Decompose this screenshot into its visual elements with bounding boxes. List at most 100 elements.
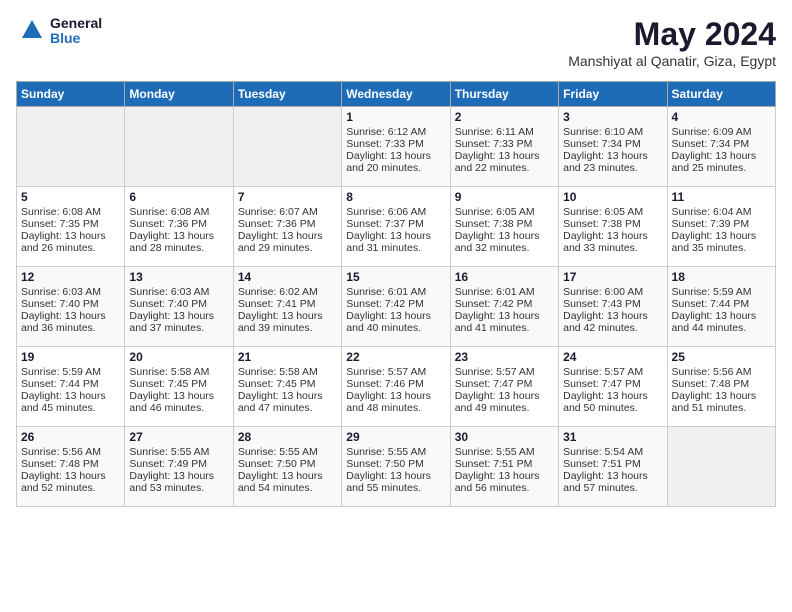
location-subtitle: Manshiyat al Qanatir, Giza, Egypt (568, 53, 776, 69)
sunrise-text: Sunrise: 5:55 AM (238, 446, 337, 458)
calendar-cell: 29Sunrise: 5:55 AMSunset: 7:50 PMDayligh… (342, 427, 450, 507)
calendar-header-row: SundayMondayTuesdayWednesdayThursdayFrid… (17, 82, 776, 107)
calendar-table: SundayMondayTuesdayWednesdayThursdayFrid… (16, 81, 776, 507)
sunset-text: Sunset: 7:42 PM (455, 298, 554, 310)
daylight-text: Daylight: 13 hours and 52 minutes. (21, 470, 120, 494)
sunset-text: Sunset: 7:36 PM (238, 218, 337, 230)
sunset-text: Sunset: 7:44 PM (672, 298, 771, 310)
daylight-text: Daylight: 13 hours and 46 minutes. (129, 390, 228, 414)
day-number: 6 (129, 190, 228, 204)
calendar-cell: 1Sunrise: 6:12 AMSunset: 7:33 PMDaylight… (342, 107, 450, 187)
daylight-text: Daylight: 13 hours and 45 minutes. (21, 390, 120, 414)
day-number: 30 (455, 430, 554, 444)
calendar-cell (125, 107, 233, 187)
sunset-text: Sunset: 7:48 PM (21, 458, 120, 470)
sunrise-text: Sunrise: 5:57 AM (455, 366, 554, 378)
day-number: 5 (21, 190, 120, 204)
calendar-cell: 14Sunrise: 6:02 AMSunset: 7:41 PMDayligh… (233, 267, 341, 347)
sunset-text: Sunset: 7:38 PM (563, 218, 662, 230)
col-header-wednesday: Wednesday (342, 82, 450, 107)
calendar-cell: 11Sunrise: 6:04 AMSunset: 7:39 PMDayligh… (667, 187, 775, 267)
calendar-cell: 23Sunrise: 5:57 AMSunset: 7:47 PMDayligh… (450, 347, 558, 427)
daylight-text: Daylight: 13 hours and 26 minutes. (21, 230, 120, 254)
calendar-cell: 4Sunrise: 6:09 AMSunset: 7:34 PMDaylight… (667, 107, 775, 187)
day-number: 7 (238, 190, 337, 204)
week-row-3: 12Sunrise: 6:03 AMSunset: 7:40 PMDayligh… (17, 267, 776, 347)
calendar-cell: 22Sunrise: 5:57 AMSunset: 7:46 PMDayligh… (342, 347, 450, 427)
sunrise-text: Sunrise: 6:00 AM (563, 286, 662, 298)
sunrise-text: Sunrise: 6:08 AM (21, 206, 120, 218)
calendar-cell: 10 Sunrise: 6:05 AMSunset: 7:38 PMDayligh… (559, 187, 667, 267)
sunrise-text: Sunrise: 6:05 AM (563, 206, 662, 218)
day-number: 17 (563, 270, 662, 284)
sunset-text: Sunset: 7:40 PM (21, 298, 120, 310)
day-number: 10 (563, 190, 662, 204)
page-header: General Blue May 2024 Manshiyat al Qanat… (16, 16, 776, 69)
sunset-text: Sunset: 7:50 PM (346, 458, 445, 470)
day-number: 11 (672, 190, 771, 204)
sunset-text: Sunset: 7:34 PM (563, 138, 662, 150)
col-header-thursday: Thursday (450, 82, 558, 107)
day-number: 23 (455, 350, 554, 364)
logo-text: General Blue (50, 16, 102, 47)
week-row-5: 26Sunrise: 5:56 AMSunset: 7:48 PMDayligh… (17, 427, 776, 507)
col-header-tuesday: Tuesday (233, 82, 341, 107)
day-number: 19 (21, 350, 120, 364)
sunrise-text: Sunrise: 5:57 AM (563, 366, 662, 378)
week-row-2: 5Sunrise: 6:08 AMSunset: 7:35 PMDaylight… (17, 187, 776, 267)
col-header-friday: Friday (559, 82, 667, 107)
sunrise-text: Sunrise: 6:05 AM (455, 206, 554, 218)
calendar-cell (17, 107, 125, 187)
daylight-text: Daylight: 13 hours and 33 minutes. (563, 230, 662, 254)
col-header-monday: Monday (125, 82, 233, 107)
daylight-text: Daylight: 13 hours and 57 minutes. (563, 470, 662, 494)
sunrise-text: Sunrise: 5:56 AM (672, 366, 771, 378)
daylight-text: Daylight: 13 hours and 40 minutes. (346, 310, 445, 334)
sunrise-text: Sunrise: 6:04 AM (672, 206, 771, 218)
sunset-text: Sunset: 7:38 PM (455, 218, 554, 230)
daylight-text: Daylight: 13 hours and 23 minutes. (563, 150, 662, 174)
calendar-cell: 3Sunrise: 6:10 AMSunset: 7:34 PMDaylight… (559, 107, 667, 187)
calendar-cell: 26Sunrise: 5:56 AMSunset: 7:48 PMDayligh… (17, 427, 125, 507)
col-header-saturday: Saturday (667, 82, 775, 107)
daylight-text: Daylight: 13 hours and 36 minutes. (21, 310, 120, 334)
sunrise-text: Sunrise: 5:55 AM (346, 446, 445, 458)
calendar-cell: 7Sunrise: 6:07 AMSunset: 7:36 PMDaylight… (233, 187, 341, 267)
calendar-cell: 31Sunrise: 5:54 AMSunset: 7:51 PMDayligh… (559, 427, 667, 507)
daylight-text: Daylight: 13 hours and 39 minutes. (238, 310, 337, 334)
sunset-text: Sunset: 7:51 PM (455, 458, 554, 470)
day-number: 2 (455, 110, 554, 124)
calendar-cell (233, 107, 341, 187)
day-number: 13 (129, 270, 228, 284)
day-number: 28 (238, 430, 337, 444)
day-number: 24 (563, 350, 662, 364)
day-number: 31 (563, 430, 662, 444)
day-number: 9 (455, 190, 554, 204)
calendar-cell: 27Sunrise: 5:55 AMSunset: 7:49 PMDayligh… (125, 427, 233, 507)
calendar-cell: 12 Sunrise: 6:03 AMSunset: 7:40 PMDayligh… (17, 267, 125, 347)
sunrise-text: Sunrise: 5:57 AM (346, 366, 445, 378)
daylight-text: Daylight: 13 hours and 28 minutes. (129, 230, 228, 254)
title-block: May 2024 Manshiyat al Qanatir, Giza, Egy… (568, 16, 776, 69)
daylight-text: Daylight: 13 hours and 44 minutes. (672, 310, 771, 334)
day-number: 16 (455, 270, 554, 284)
daylight-text: Daylight: 13 hours and 49 minutes. (455, 390, 554, 414)
col-header-sunday: Sunday (17, 82, 125, 107)
calendar-cell: 25Sunrise: 5:56 AMSunset: 7:48 PMDayligh… (667, 347, 775, 427)
day-number: 26 (21, 430, 120, 444)
day-number: 12 (21, 270, 120, 284)
daylight-text: Daylight: 13 hours and 31 minutes. (346, 230, 445, 254)
daylight-text: Daylight: 13 hours and 56 minutes. (455, 470, 554, 494)
sunrise-text: Sunrise: 6:03 AM (21, 286, 120, 298)
sunrise-text: Sunrise: 5:58 AM (129, 366, 228, 378)
sunset-text: Sunset: 7:45 PM (238, 378, 337, 390)
daylight-text: Daylight: 13 hours and 53 minutes. (129, 470, 228, 494)
sunrise-text: Sunrise: 5:55 AM (129, 446, 228, 458)
calendar-cell: 2Sunrise: 6:11 AMSunset: 7:33 PMDaylight… (450, 107, 558, 187)
sunrise-text: Sunrise: 5:55 AM (455, 446, 554, 458)
day-number: 8 (346, 190, 445, 204)
calendar-cell: 19Sunrise: 5:59 AMSunset: 7:44 PMDayligh… (17, 347, 125, 427)
daylight-text: Daylight: 13 hours and 29 minutes. (238, 230, 337, 254)
daylight-text: Daylight: 13 hours and 55 minutes. (346, 470, 445, 494)
calendar-cell: 13Sunrise: 6:03 AMSunset: 7:40 PMDayligh… (125, 267, 233, 347)
